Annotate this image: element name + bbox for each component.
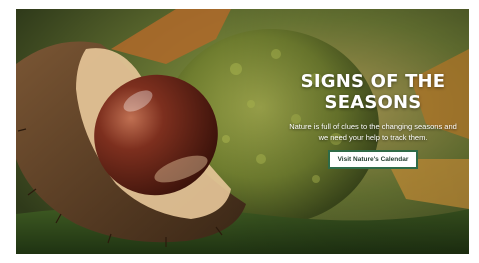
visit-natures-calendar-button[interactable]: Visit Nature's Calendar xyxy=(327,150,419,169)
subtext-line-1: Nature is full of clues to the changing … xyxy=(289,122,457,131)
subtext-line-2: we need your help to track them. xyxy=(318,133,428,142)
hero-text-block: Signs of the seasons Nature is full of c… xyxy=(278,71,468,169)
headline-line-1: Signs of the xyxy=(300,71,446,92)
headline-line-2: seasons xyxy=(324,92,422,113)
hero-subtext: Nature is full of clues to the changing … xyxy=(278,121,468,143)
hero-headline: Signs of the seasons xyxy=(278,71,468,113)
hero-banner: Signs of the seasons Nature is full of c… xyxy=(16,9,469,254)
